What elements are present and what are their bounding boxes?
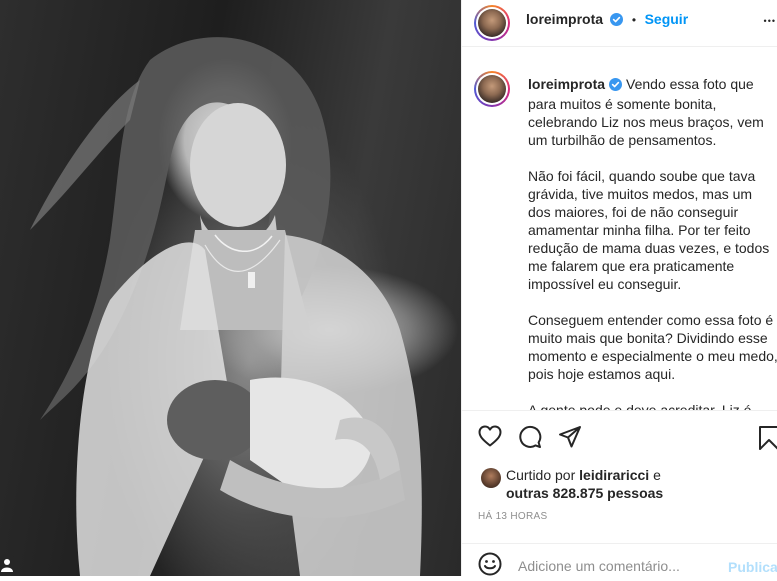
share-icon[interactable]: [558, 425, 582, 454]
verified-badge-icon: [610, 13, 624, 31]
likes-count-link[interactable]: outras 828.875 pessoas: [506, 485, 663, 501]
verified-badge-icon: [609, 77, 623, 95]
follow-button[interactable]: Seguir: [645, 11, 689, 27]
more-options-icon[interactable]: •••: [764, 16, 776, 26]
post-caption: loreimprota Vendo essa foto que para muit…: [528, 75, 777, 410]
header-separator: •: [631, 13, 637, 27]
post-timestamp[interactable]: HÁ 13 HORAS: [478, 511, 547, 522]
liked-by-username[interactable]: leidiraricci: [579, 467, 649, 483]
comment-icon[interactable]: [518, 425, 542, 454]
post-photo[interactable]: [0, 0, 461, 576]
liked-and: e: [653, 467, 661, 483]
caption-author-avatar[interactable]: [474, 71, 510, 107]
comments-scroll-area[interactable]: loreimprota Vendo essa foto que para muit…: [462, 47, 777, 410]
post-header: loreimprota • Seguir •••: [462, 0, 777, 47]
post-actions: Curtido por leidiraricci e outras 828.87…: [462, 410, 777, 577]
comment-bar: Publicar: [462, 543, 777, 578]
post-side-panel: loreimprota • Seguir ••• loreimprota Vend…: [461, 0, 777, 576]
caption-text: Vendo essa foto que para muitos é soment…: [528, 76, 777, 410]
liked-prefix: Curtido por: [506, 467, 576, 483]
emoji-icon[interactable]: [478, 552, 502, 581]
publish-button[interactable]: Publicar: [728, 559, 777, 575]
caption-username[interactable]: loreimprota: [528, 76, 605, 92]
liked-by-avatar[interactable]: [481, 468, 501, 488]
author-avatar[interactable]: [474, 5, 510, 41]
comment-input[interactable]: [518, 558, 718, 574]
photo-illustration: [30, 37, 422, 576]
liked-by-text: Curtido por leidiraricci e outras 828.87…: [506, 466, 663, 502]
heart-icon[interactable]: [478, 425, 502, 452]
author-username[interactable]: loreimprota: [526, 11, 603, 27]
bookmark-icon[interactable]: [758, 425, 777, 456]
